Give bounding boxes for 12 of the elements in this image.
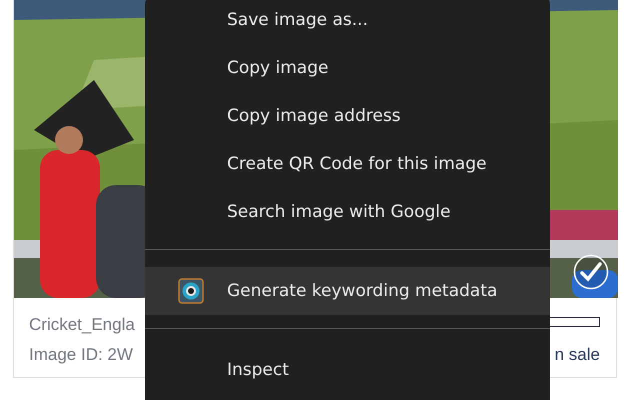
menu-item[interactable]: Copy image <box>145 44 550 92</box>
image-title: Cricket_Engla <box>29 315 135 335</box>
menu-item[interactable]: Create QR Code for this image <box>145 140 550 188</box>
menu-item[interactable]: Search image with Google <box>145 188 550 236</box>
check-icon[interactable] <box>573 254 609 290</box>
menu-item[interactable]: Copy image address <box>145 92 550 140</box>
menu-item[interactable]: Save image as... <box>145 0 550 44</box>
image-id: Image ID: 2W <box>29 345 133 365</box>
menu-item[interactable]: Generate keywording metadata <box>145 267 550 315</box>
sale-status: n sale <box>554 345 600 365</box>
menu-item[interactable]: Inspect <box>145 346 550 394</box>
camera-lens-icon <box>178 278 204 304</box>
